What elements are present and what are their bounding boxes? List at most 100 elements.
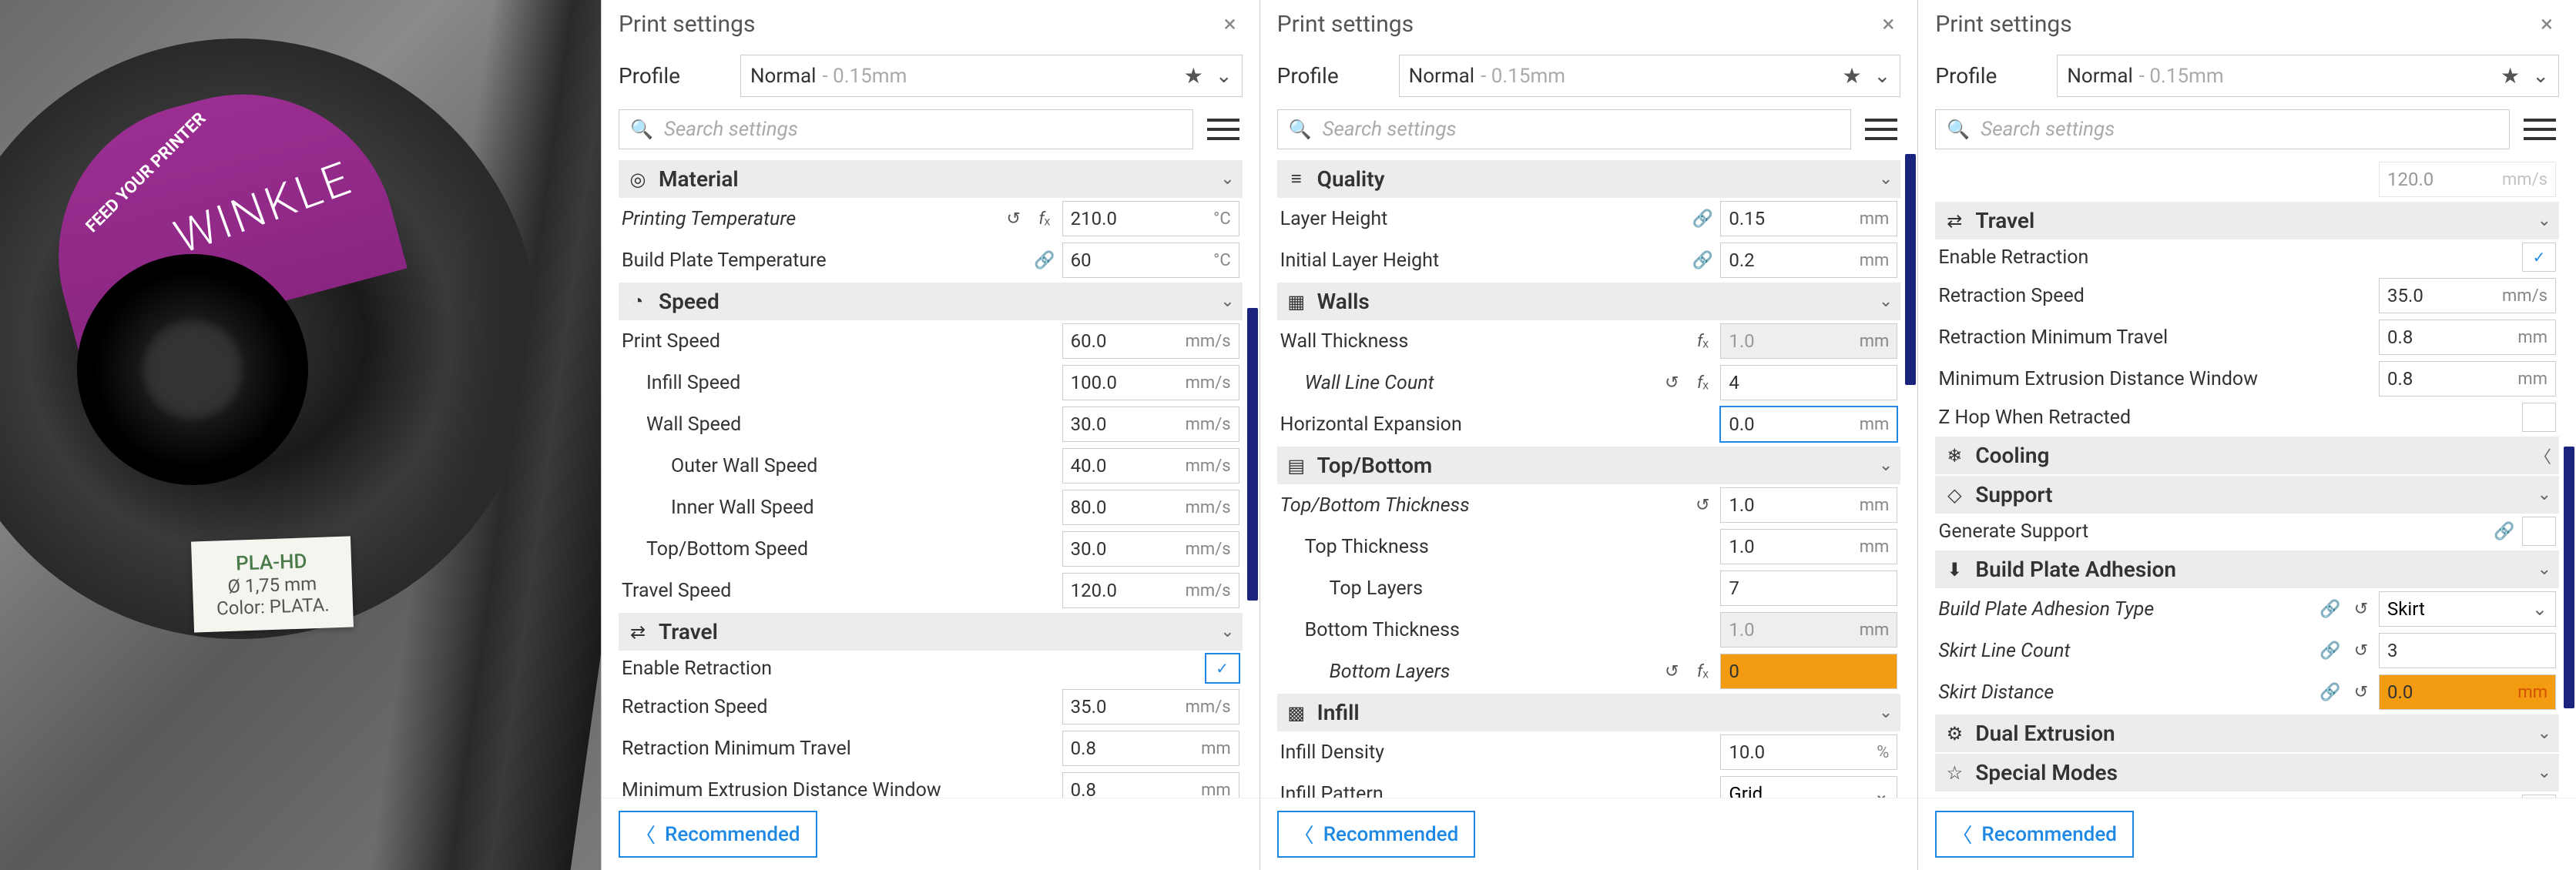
section-speed[interactable]: ◔ Speed ⌄: [619, 283, 1243, 320]
fx-icon[interactable]: fₓ: [1689, 370, 1716, 396]
recommended-button[interactable]: 〈Recommended: [1935, 811, 2134, 858]
profile-select[interactable]: Normal - 0.15mm ★ ⌄: [2057, 55, 2559, 97]
wall-thickness-input[interactable]: mm: [1720, 323, 1897, 359]
chevron-down-icon: ⌄: [2532, 598, 2547, 620]
profile-select[interactable]: Normal - 0.15mm ★ ⌄: [740, 55, 1243, 97]
scrollbar-thumb[interactable]: [2564, 447, 2574, 708]
search-input[interactable]: [1323, 118, 1840, 141]
infill-density-input[interactable]: %: [1720, 734, 1897, 770]
row-skirt-distance: Skirt Distance🔗↺mm: [1935, 671, 2559, 713]
wall-line-count-input[interactable]: [1720, 365, 1897, 400]
search-input[interactable]: [1981, 118, 2498, 141]
spiralize-checkbox[interactable]: [2522, 795, 2556, 798]
close-icon[interactable]: ×: [1876, 11, 1900, 38]
recommended-button[interactable]: 〈Recommended: [1277, 811, 1476, 858]
reset-icon[interactable]: ↺: [1001, 206, 1027, 232]
infill-speed-input[interactable]: mm/s: [1062, 365, 1239, 400]
initial-layer-height-input[interactable]: mm: [1720, 243, 1897, 278]
section-quality[interactable]: ≡ Quality ⌄: [1277, 160, 1901, 198]
search-input-wrap[interactable]: 🔍: [619, 109, 1193, 149]
min-extrusion-dist-input[interactable]: mm: [2379, 361, 2556, 397]
hamburger-menu-icon[interactable]: [1204, 110, 1243, 149]
search-input-wrap[interactable]: 🔍: [1277, 109, 1852, 149]
section-walls[interactable]: ▦ Walls ⌄: [1277, 283, 1901, 320]
travel-speed-input[interactable]: mm/s: [1062, 573, 1239, 608]
reset-icon[interactable]: ↺: [1689, 492, 1716, 518]
fx-icon[interactable]: fₓ: [1689, 658, 1716, 684]
reset-icon[interactable]: ↺: [2348, 596, 2374, 622]
skirt-line-count-input[interactable]: [2379, 633, 2556, 668]
chevron-down-icon: ⌄: [1879, 456, 1893, 475]
min-extrusion-dist-input[interactable]: mm: [1062, 772, 1239, 798]
print-speed-input[interactable]: mm/s: [1062, 323, 1239, 359]
link-icon[interactable]: 🔗: [2491, 796, 2517, 798]
link-icon[interactable]: 🔗: [2317, 679, 2343, 705]
section-build-plate-adhesion[interactable]: ⬇ Build Plate Adhesion ⌄: [1935, 550, 2559, 588]
link-icon[interactable]: 🔗: [2491, 518, 2517, 544]
reset-icon[interactable]: ↺: [1659, 658, 1685, 684]
top-layers-input[interactable]: [1720, 571, 1897, 606]
enable-retraction-checkbox[interactable]: ✓: [2522, 243, 2556, 272]
outer-wall-speed-input[interactable]: mm/s: [1062, 448, 1239, 484]
z-hop-checkbox[interactable]: [2522, 403, 2556, 432]
chevron-down-icon: ⌄: [1873, 783, 1889, 798]
hamburger-menu-icon[interactable]: [1862, 110, 1900, 149]
section-dual-extrusion[interactable]: ⚙ Dual Extrusion ⌄: [1935, 714, 2559, 752]
partial-travel-speed-row: mm/s: [1935, 159, 2559, 200]
row-infill-pattern: Infill PatternGrid⌄: [1277, 773, 1901, 798]
section-material[interactable]: ◎ Material ⌄: [619, 160, 1243, 198]
wall-speed-input[interactable]: mm/s: [1062, 407, 1239, 442]
infill-pattern-select[interactable]: Grid⌄: [1720, 776, 1897, 798]
link-icon[interactable]: 🔗: [1031, 247, 1058, 273]
build-plate-temp-input[interactable]: °C: [1062, 243, 1239, 278]
link-icon[interactable]: 🔗: [2317, 637, 2343, 664]
scrollbar-thumb[interactable]: [1247, 308, 1258, 601]
search-icon: 🔍: [1947, 119, 1970, 140]
star-icon[interactable]: ★: [2501, 63, 2520, 89]
close-icon[interactable]: ×: [1218, 11, 1243, 38]
section-travel[interactable]: ⇄ Travel ⌄: [1935, 202, 2559, 239]
section-travel[interactable]: ⇄ Travel ⌄: [619, 613, 1243, 651]
reset-icon[interactable]: ↺: [2348, 679, 2374, 705]
retraction-min-travel-input[interactable]: mm: [2379, 320, 2556, 355]
hamburger-menu-icon[interactable]: [2521, 110, 2559, 149]
profile-select[interactable]: Normal - 0.15mm ★ ⌄: [1399, 55, 1901, 97]
fx-icon[interactable]: fₓ: [1689, 328, 1716, 354]
bottom-layers-input[interactable]: [1720, 654, 1897, 689]
fx-icon[interactable]: fₓ: [1031, 206, 1058, 232]
retraction-min-travel-input[interactable]: mm: [1062, 731, 1239, 766]
star-icon[interactable]: ★: [1842, 63, 1861, 89]
retraction-speed-input[interactable]: mm/s: [1062, 689, 1239, 724]
close-icon[interactable]: ×: [2534, 11, 2559, 38]
row-retraction-min-travel: Retraction Minimum Travelmm: [1935, 316, 2559, 358]
search-input[interactable]: [664, 118, 1182, 141]
row-retraction-speed: Retraction Speedmm/s: [619, 686, 1243, 728]
section-special-modes[interactable]: ☆ Special Modes ⌄: [1935, 754, 2559, 791]
link-icon[interactable]: 🔗: [1689, 247, 1716, 273]
link-icon[interactable]: 🔗: [2317, 596, 2343, 622]
reset-icon[interactable]: ↺: [2348, 637, 2374, 664]
link-icon[interactable]: 🔗: [1689, 206, 1716, 232]
reset-icon[interactable]: ↺: [1659, 370, 1685, 396]
inner-wall-speed-input[interactable]: mm/s: [1062, 490, 1239, 525]
section-cooling[interactable]: ❄ Cooling 〈: [1935, 437, 2559, 474]
top-thickness-input[interactable]: mm: [1720, 529, 1897, 564]
scrollbar-thumb[interactable]: [1905, 154, 1916, 385]
adhesion-type-select[interactable]: Skirt⌄: [2379, 591, 2556, 627]
enable-retraction-checkbox[interactable]: ✓: [1206, 654, 1239, 683]
bottom-thickness-input[interactable]: mm: [1720, 612, 1897, 647]
printing-temperature-input[interactable]: °C: [1062, 201, 1239, 236]
section-infill[interactable]: ▩ Infill ⌄: [1277, 694, 1901, 731]
retraction-speed-input[interactable]: mm/s: [2379, 278, 2556, 313]
horizontal-expansion-input[interactable]: mm: [1720, 407, 1897, 442]
generate-support-checkbox[interactable]: [2522, 517, 2556, 546]
search-input-wrap[interactable]: 🔍: [1935, 109, 2510, 149]
top-bottom-thickness-input[interactable]: mm: [1720, 487, 1897, 523]
skirt-distance-input[interactable]: mm: [2379, 674, 2556, 710]
recommended-button[interactable]: 〈Recommended: [619, 811, 817, 858]
top-bottom-speed-input[interactable]: mm/s: [1062, 531, 1239, 567]
section-support[interactable]: ◇ Support ⌄: [1935, 476, 2559, 514]
layer-height-input[interactable]: mm: [1720, 201, 1897, 236]
star-icon[interactable]: ★: [1184, 63, 1203, 89]
section-top-bottom[interactable]: ▤ Top/Bottom ⌄: [1277, 447, 1901, 484]
